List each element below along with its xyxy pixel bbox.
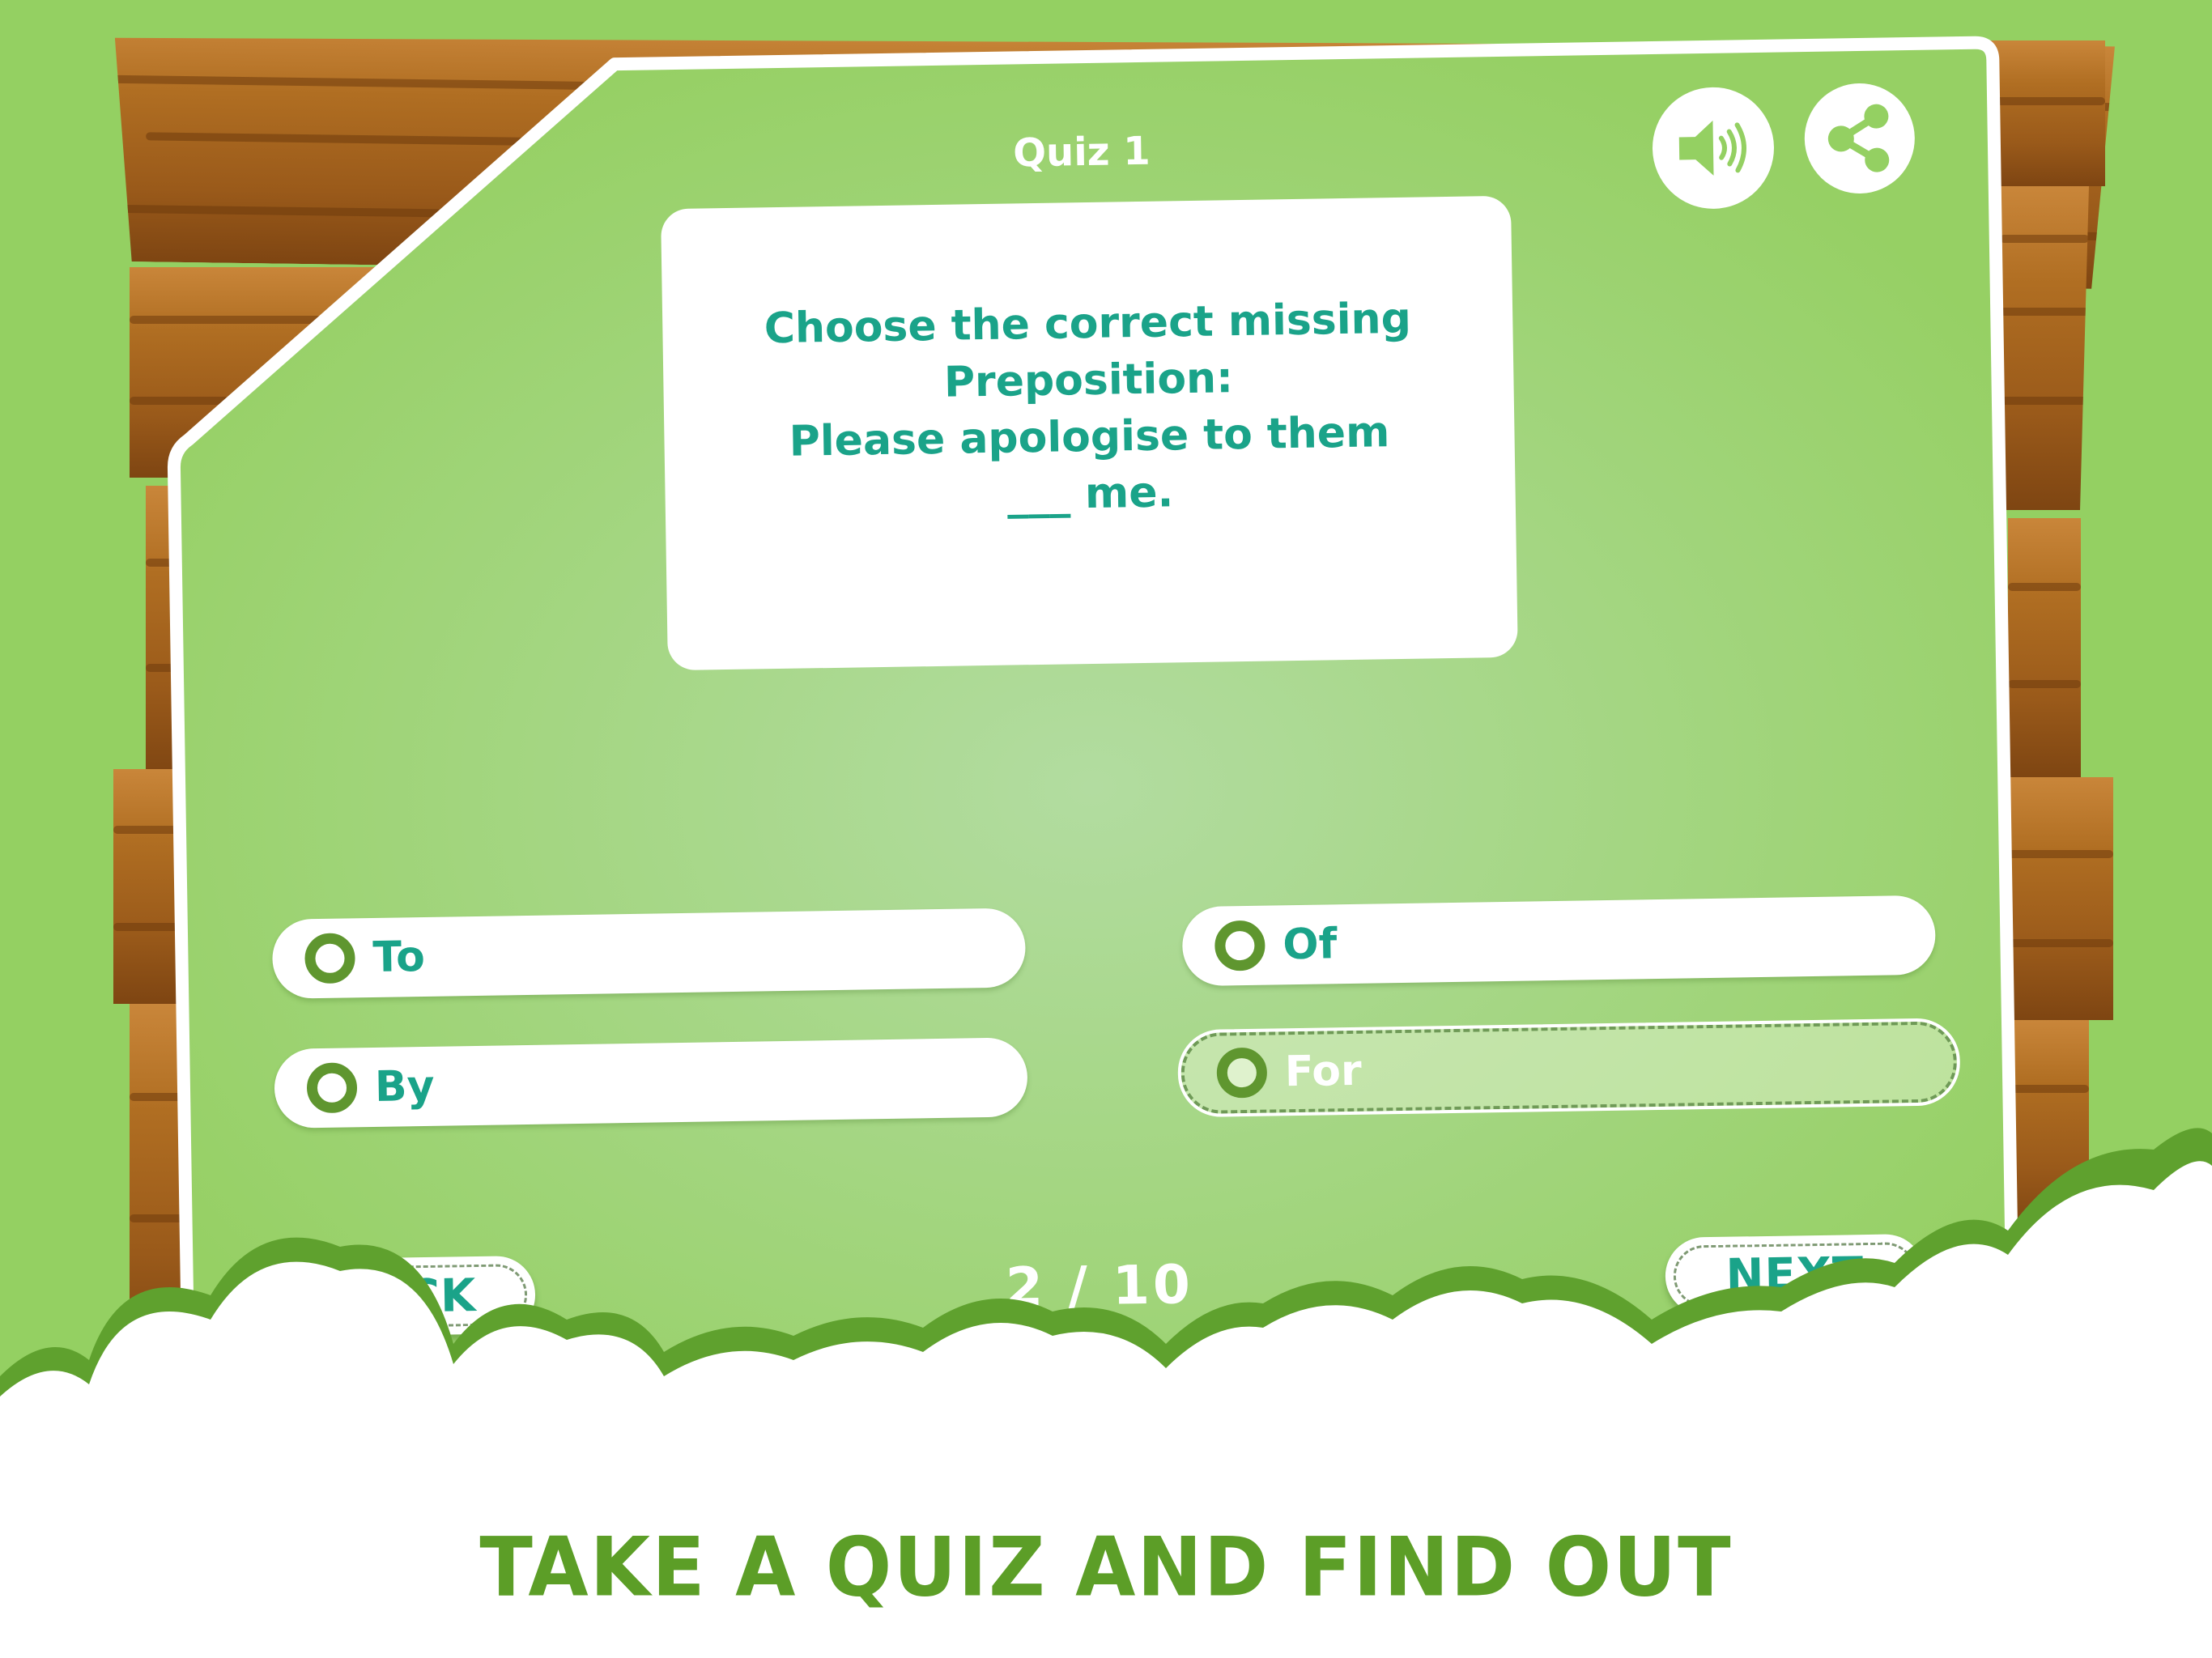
radio-icon <box>1216 1047 1268 1099</box>
radio-icon <box>304 933 355 984</box>
answer-option-to[interactable]: To <box>271 908 1027 999</box>
tagline: TAKE A QUIZ AND FIND OUT <box>479 1520 1733 1615</box>
option-label: By <box>374 1061 435 1112</box>
option-label: To <box>372 932 426 982</box>
answer-option-for[interactable]: For <box>1177 1017 1961 1118</box>
option-label: Of <box>1282 920 1338 970</box>
share-icon <box>1827 104 1890 172</box>
question-text: Choose the correct missing Preposition: … <box>764 294 1412 520</box>
answer-option-by[interactable]: By <box>274 1037 1028 1129</box>
radio-icon <box>306 1062 358 1114</box>
wood-plank-right-3 <box>2008 518 2081 777</box>
radio-icon <box>1214 920 1266 971</box>
wood-plank-right-2 <box>2000 186 2089 510</box>
answer-option-of[interactable]: Of <box>1181 895 1937 987</box>
option-label: For <box>1284 1046 1363 1097</box>
speaker-volume-icon <box>1678 120 1746 176</box>
question-card: Choose the correct missing Preposition: … <box>661 195 1518 671</box>
wood-plank-right-4 <box>2008 777 2113 1020</box>
